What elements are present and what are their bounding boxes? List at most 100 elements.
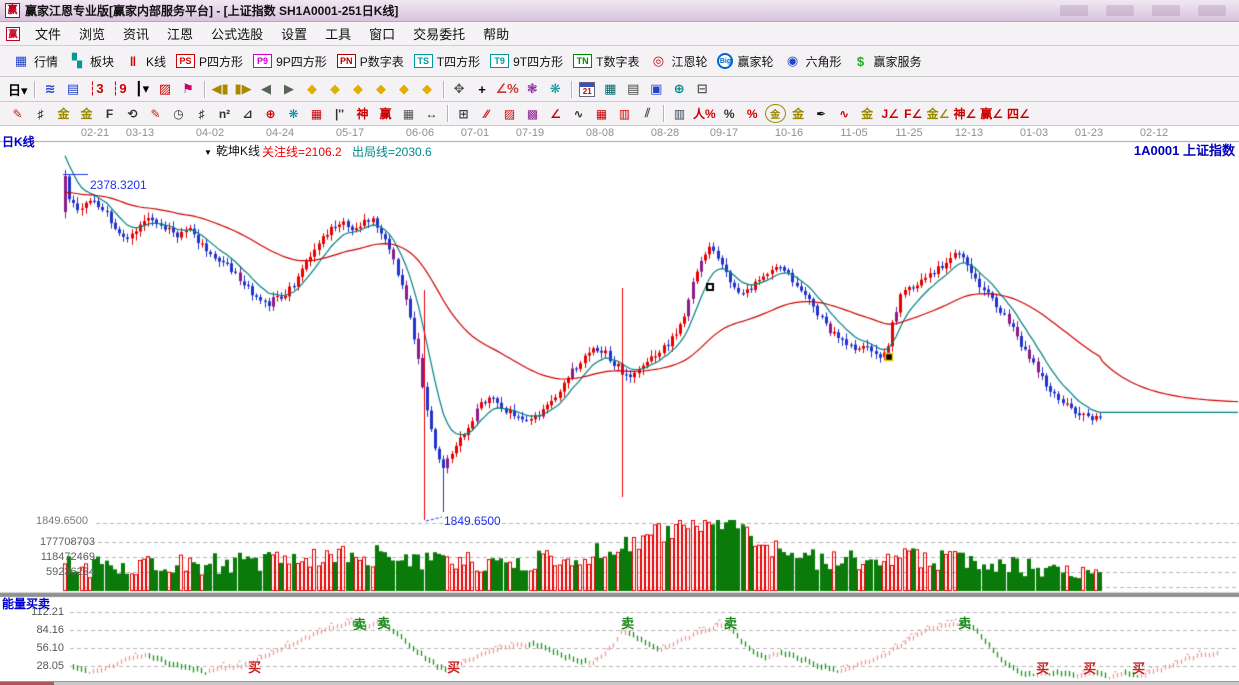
menu-item[interactable]: 工具 [316,21,360,46]
kline-canvas[interactable] [0,126,1239,685]
diamond-expand-button[interactable]: ◆ [348,79,369,99]
t-square-button[interactable]: TST四方形 [410,51,486,72]
percent-tool[interactable]: % [719,104,740,123]
ornament-purple-tool[interactable]: ❃ [522,79,543,99]
f-angle-tool[interactable]: F∠ [903,104,924,123]
spider-web-tool[interactable]: ❋ [283,104,304,123]
ying-tool[interactable]: 赢 [375,104,396,123]
wave-check-tool[interactable]: ∿ [568,104,589,123]
p-number-table-button[interactable]: PNP数字表 [333,51,410,72]
ruler-ticks-tool[interactable]: ♯ [191,104,212,123]
pattern-box-tool[interactable]: ▨ [155,79,176,99]
print-tool[interactable]: ⊟ [692,79,713,99]
gold-under-tool[interactable]: 金 [857,104,878,123]
last-page-button[interactable]: ▮▶ [233,79,254,99]
gann-wheel-button[interactable]: ◎江恩轮 [645,51,713,72]
gold-split-tool[interactable]: 金 [53,104,74,123]
diamond-full-button[interactable]: ◆ [417,79,438,99]
nine-bar-tool[interactable]: ┆9 [109,79,130,99]
gann-fan-tool[interactable]: ∕∕ [476,104,497,123]
draw-pencil-tool[interactable]: ✎ [7,104,28,123]
period-dropdown[interactable]: 日▾ [7,79,29,99]
diamond-right-button[interactable]: ◆ [325,79,346,99]
net-box-tool[interactable]: ▩ [522,104,543,123]
first-page-button[interactable]: ◀▮ [210,79,231,99]
angle-line-tool[interactable]: ∠ [545,104,566,123]
grid-net-tool[interactable]: ▦ [306,104,327,123]
quotes-button[interactable]: ▦行情 [8,51,64,72]
red-grid2-tool[interactable]: ▥ [614,104,635,123]
nine-t-square-button[interactable]: T99T四方形 [486,51,569,72]
angle-mirror-tool[interactable]: ⊿ [237,104,258,123]
kline-type-label[interactable]: 乾坤K线 [216,142,260,159]
ink-pen-tool[interactable]: ✒ [811,104,832,123]
shen-angle-tool[interactable]: 神∠ [952,104,977,123]
gann-ruler-tool[interactable]: ♯ [30,104,51,123]
vertical-ruler-tool[interactable]: ▥ [669,104,690,123]
diamond-left-button[interactable]: ◆ [302,79,323,99]
diamond-compress-button[interactable]: ◆ [371,79,392,99]
diamond-center-button[interactable]: ◆ [394,79,415,99]
four-angle-tool[interactable]: 四∠ [1006,104,1031,123]
hexagon-button[interactable]: ◉六角形 [780,51,848,72]
menu-item[interactable]: 窗口 [360,21,404,46]
kline-button[interactable]: ‖K线 [120,51,172,72]
menu-item[interactable]: 设置 [272,21,316,46]
time-cycle-tool[interactable]: ◷ [168,104,189,123]
winner-service-button[interactable]: $赢家服务 [848,51,928,72]
prev-page-button[interactable]: ◀ [256,79,277,99]
period-label[interactable]: 日K线 [2,133,35,150]
next-page-button[interactable]: ▶ [279,79,300,99]
wave-a-tool[interactable]: ∿ [834,104,855,123]
calendar-tool[interactable]: 21 [577,79,598,99]
f10-info-tool[interactable]: ▤ [63,79,84,99]
gold-circle-tool[interactable]: 金 [765,104,786,123]
person-percent-tool[interactable]: 人% [692,104,717,123]
gold-angle-tool[interactable]: 金∠ [926,104,951,123]
winner-wheel-button[interactable]: Big赢家轮 [713,51,779,72]
window-control-ghost[interactable] [1152,5,1180,16]
menu-item[interactable]: 浏览 [70,21,114,46]
fibonacci-ruler-tool[interactable]: F [99,104,120,123]
t-number-table-button[interactable]: TNT数字表 [569,51,645,72]
j-angle-tool[interactable]: J∠ [880,104,901,123]
flag-chart-tool[interactable]: ⚑ [178,79,199,99]
span-arrows-tool[interactable]: ↔ [421,104,442,123]
crosshair-tool[interactable]: + [472,79,493,99]
sectors-button[interactable]: ▚板块 [64,51,120,72]
indicator-name-label[interactable]: 能量买卖 [2,595,50,612]
trend-line-tool[interactable]: ≋ [40,79,61,99]
nine-p-square-button[interactable]: P99P四方形 [249,51,333,72]
web-update-tool[interactable]: ⊕ [669,79,690,99]
calculator-tool[interactable]: ▦ [600,79,621,99]
window-control-ghost[interactable] [1060,5,1088,16]
save-tool[interactable]: ▣ [646,79,667,99]
window-control-ghost[interactable] [1198,5,1226,16]
three-bar-tool[interactable]: ┆3 [86,79,107,99]
box-select-tool[interactable]: ⊞ [453,104,474,123]
kline-type-dropdown-icon[interactable]: ▼ [204,148,212,157]
spiral-tool[interactable]: ⟲ [122,104,143,123]
menu-item[interactable]: 江恩 [158,21,202,46]
marker-pencil-tool[interactable]: ✎ [145,104,166,123]
ornament-teal-tool[interactable]: ❋ [545,79,566,99]
numbered-grid-tool[interactable]: ▦ [398,104,419,123]
quote-marks-tool[interactable]: |'' [329,104,350,123]
gold-line-tool[interactable]: 金 [788,104,809,123]
compass-target-tool[interactable]: ⊕ [260,104,281,123]
notes-tool[interactable]: ▤ [623,79,644,99]
red-grid-tool[interactable]: ▦ [591,104,612,123]
shen-tool[interactable]: 神 [352,104,373,123]
angle-percent-tool[interactable]: ∠% [495,79,520,99]
menu-item[interactable]: 帮助 [474,21,518,46]
n-square-tool[interactable]: n² [214,104,235,123]
menu-item[interactable]: 资讯 [114,21,158,46]
percent-line-tool[interactable]: % [742,104,763,123]
menu-item[interactable]: 交易委托 [404,21,474,46]
slash-lines-tool[interactable]: ⫽ [637,104,658,123]
titlebar[interactable]: 赢 赢家江恩专业版[赢家内部服务平台] - [上证指数 SH1A0001-251… [0,0,1239,22]
fan-box-tool[interactable]: ▨ [499,104,520,123]
menu-item[interactable]: 文件 [26,21,70,46]
hand-drag-tool[interactable]: ✥ [449,79,470,99]
menu-item[interactable]: 公式选股 [202,21,272,46]
